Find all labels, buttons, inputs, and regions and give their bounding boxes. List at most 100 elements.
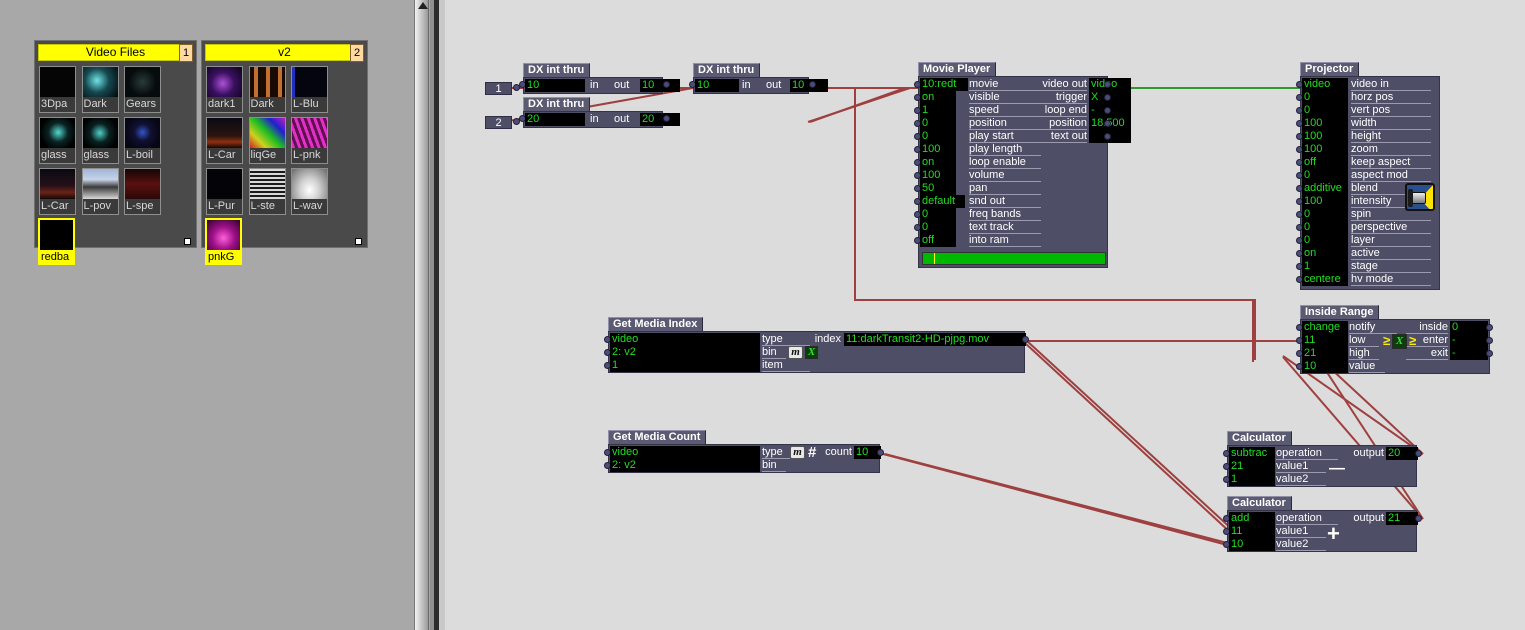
node-dx-int-thru-3[interactable]: DX int thru 10 in out 10: [689, 63, 828, 94]
calcadd-value-value2[interactable]: 10: [1229, 538, 1275, 551]
mp-value-into-ram[interactable]: off: [920, 234, 956, 247]
calcadd-value-operation[interactable]: add: [1229, 512, 1275, 525]
mp-value-visible[interactable]: on: [920, 91, 956, 104]
bin1-item-1[interactable]: Dark: [81, 66, 119, 113]
patch-canvas[interactable]: 1 2 DX int thru 10 in out 10 DX int thru…: [445, 0, 1525, 630]
media-bin-1-title[interactable]: Video Files 1: [38, 44, 193, 62]
bin2-item-9[interactable]: pnkG: [205, 218, 242, 265]
ir-value-exit[interactable]: -: [1450, 347, 1488, 360]
node-dx-int-thru-1[interactable]: DX int thru 10 in out 10: [519, 63, 680, 94]
node-dx-int-thru-2[interactable]: DX int thru 20 in out 20: [519, 97, 680, 128]
bin2-item-7[interactable]: L-ste: [248, 168, 286, 215]
mp-value-loop-enable[interactable]: on: [920, 156, 956, 169]
bin1-item-4[interactable]: glass: [81, 117, 119, 164]
pr-value-height[interactable]: 100: [1302, 130, 1348, 143]
pr-value-vert-pos[interactable]: 0: [1302, 104, 1348, 117]
calcsub-value-value2[interactable]: 1: [1229, 473, 1275, 486]
pr-value-blend[interactable]: additive: [1302, 182, 1348, 195]
patch-input-2[interactable]: 2: [485, 116, 512, 129]
node-get-media-count[interactable]: Get Media Count video type m # count 10 …: [604, 430, 884, 473]
dx3-in-value[interactable]: 10: [695, 79, 739, 92]
bin1-item-7[interactable]: L-pov: [81, 168, 119, 215]
movie-player-progress-bar[interactable]: [922, 252, 1106, 265]
gmi-value-index[interactable]: 11:darkTransit2-HD-pjpg.mov: [844, 333, 1026, 346]
dx2-in-value[interactable]: 20: [525, 113, 585, 126]
mp-port-video-out[interactable]: [1104, 81, 1111, 88]
bin1-item-5[interactable]: L-boil: [124, 117, 161, 164]
ir-port-exit-out[interactable]: [1486, 350, 1493, 357]
dx2-out-value[interactable]: 20: [640, 113, 680, 126]
pr-value-horz-pos[interactable]: 0: [1302, 91, 1348, 104]
mp-value-snd-out[interactable]: default: [920, 195, 965, 208]
bin1-item-3[interactable]: glass: [39, 117, 76, 164]
bin2-item-0[interactable]: dark1: [206, 66, 243, 113]
pr-value-active[interactable]: on: [1302, 247, 1348, 260]
ir-port-enter-out[interactable]: [1486, 337, 1493, 344]
bin1-item-0[interactable]: 3Dpa: [39, 66, 76, 113]
bin1-item-6[interactable]: L-Car: [39, 168, 76, 215]
mp-value-speed[interactable]: 1: [920, 104, 956, 117]
media-bin-2[interactable]: v2 2 dark1 Dark L-Blu L-Car liqGe L-pnk …: [201, 40, 368, 265]
ir-port-inside-out[interactable]: [1486, 324, 1493, 331]
gmc-port-count-out[interactable]: [877, 449, 884, 456]
pr-value-stage[interactable]: 1: [1302, 260, 1348, 273]
media-bin-2-grid[interactable]: dark1 Dark L-Blu L-Car liqGe L-pnk L-Pur…: [205, 64, 364, 265]
bin2-item-5[interactable]: L-pnk: [291, 117, 328, 164]
mp-value-play-start[interactable]: 0: [920, 130, 956, 143]
node-inside-range-title[interactable]: Inside Range: [1300, 305, 1380, 319]
bin2-item-4[interactable]: liqGe: [248, 117, 286, 164]
dx3-out-port[interactable]: [809, 81, 816, 88]
calcadd-value-output[interactable]: 21: [1386, 512, 1418, 525]
ir-value-enter[interactable]: -: [1450, 334, 1488, 347]
bin1-item-8[interactable]: L-spe: [124, 168, 161, 215]
media-bin-1-resize-handle[interactable]: [184, 238, 191, 245]
bin2-item-6[interactable]: L-Pur: [206, 168, 243, 215]
pr-value-layer[interactable]: 0: [1302, 234, 1348, 247]
ir-value-high[interactable]: 21: [1302, 347, 1348, 360]
mp-port-loop-end[interactable]: [1104, 107, 1111, 114]
ir-value-inside[interactable]: 0: [1450, 321, 1488, 334]
bin2-item-3[interactable]: L-Car: [206, 117, 243, 164]
pr-value-aspect-mod[interactable]: 0: [1302, 169, 1348, 182]
bin2-item-2[interactable]: L-Blu: [291, 66, 328, 113]
gmi-value-bin[interactable]: 2: v2: [610, 346, 760, 359]
calcadd-port-output[interactable]: [1415, 515, 1422, 522]
calcsub-value-value1[interactable]: 21: [1229, 460, 1275, 473]
bin1-item-9[interactable]: redba: [38, 218, 75, 265]
bin2-item-8[interactable]: L-wav: [291, 168, 328, 215]
calcsub-value-output[interactable]: 20: [1386, 447, 1418, 460]
node-get-media-count-title[interactable]: Get Media Count: [608, 430, 707, 444]
mp-value-play-length[interactable]: 100: [920, 143, 956, 156]
pr-value-video-in[interactable]: video: [1302, 78, 1348, 91]
bin2-item-1[interactable]: Dark: [248, 66, 286, 113]
dx1-out-port[interactable]: [663, 81, 670, 88]
mp-port-trigger[interactable]: [1104, 94, 1111, 101]
media-bin-2-resize-handle[interactable]: [355, 238, 362, 245]
mp-port-position-out[interactable]: [1104, 120, 1111, 127]
node-get-media-index-title[interactable]: Get Media Index: [608, 317, 704, 331]
media-bin-1[interactable]: Video Files 1 3Dpa Dark Gears glass glas…: [34, 40, 197, 265]
calcsub-value-operation[interactable]: subtrac: [1229, 447, 1275, 460]
node-get-media-index[interactable]: Get Media Index video type index 11:dark…: [604, 317, 1029, 373]
mp-value-pan[interactable]: 50: [920, 182, 956, 195]
calcadd-value-value1[interactable]: 11: [1229, 525, 1275, 538]
node-projector-title[interactable]: Projector: [1300, 62, 1360, 76]
node-projector[interactable]: Projector video video in 0 horz pos 0 ve…: [1296, 62, 1440, 290]
node-dx-int-thru-1-title[interactable]: DX int thru: [523, 63, 591, 77]
mp-port-text-out[interactable]: [1104, 133, 1111, 140]
media-bin-2-title[interactable]: v2 2: [205, 44, 364, 62]
vertical-scrollbar[interactable]: [414, 0, 429, 630]
gmi-value-type[interactable]: video: [610, 333, 760, 346]
node-calculator-subtract-title[interactable]: Calculator: [1227, 431, 1292, 445]
pr-value-keep-aspect[interactable]: off: [1302, 156, 1348, 169]
patch-input-1[interactable]: 1: [485, 82, 512, 95]
dx1-in-value[interactable]: 10: [525, 79, 585, 92]
ir-value-notify[interactable]: change: [1302, 321, 1348, 334]
node-calculator-subtract[interactable]: Calculator subtrac operation output 20 2…: [1223, 431, 1422, 487]
media-bin-1-grid[interactable]: 3Dpa Dark Gears glass glass L-boil L-Car…: [38, 64, 193, 265]
gmi-value-item[interactable]: 1: [610, 359, 760, 372]
dx2-out-port[interactable]: [663, 115, 670, 122]
ir-value-value[interactable]: 10: [1302, 360, 1348, 373]
movie-player-playhead[interactable]: [933, 253, 935, 264]
gmi-port-index-out[interactable]: [1022, 336, 1029, 343]
